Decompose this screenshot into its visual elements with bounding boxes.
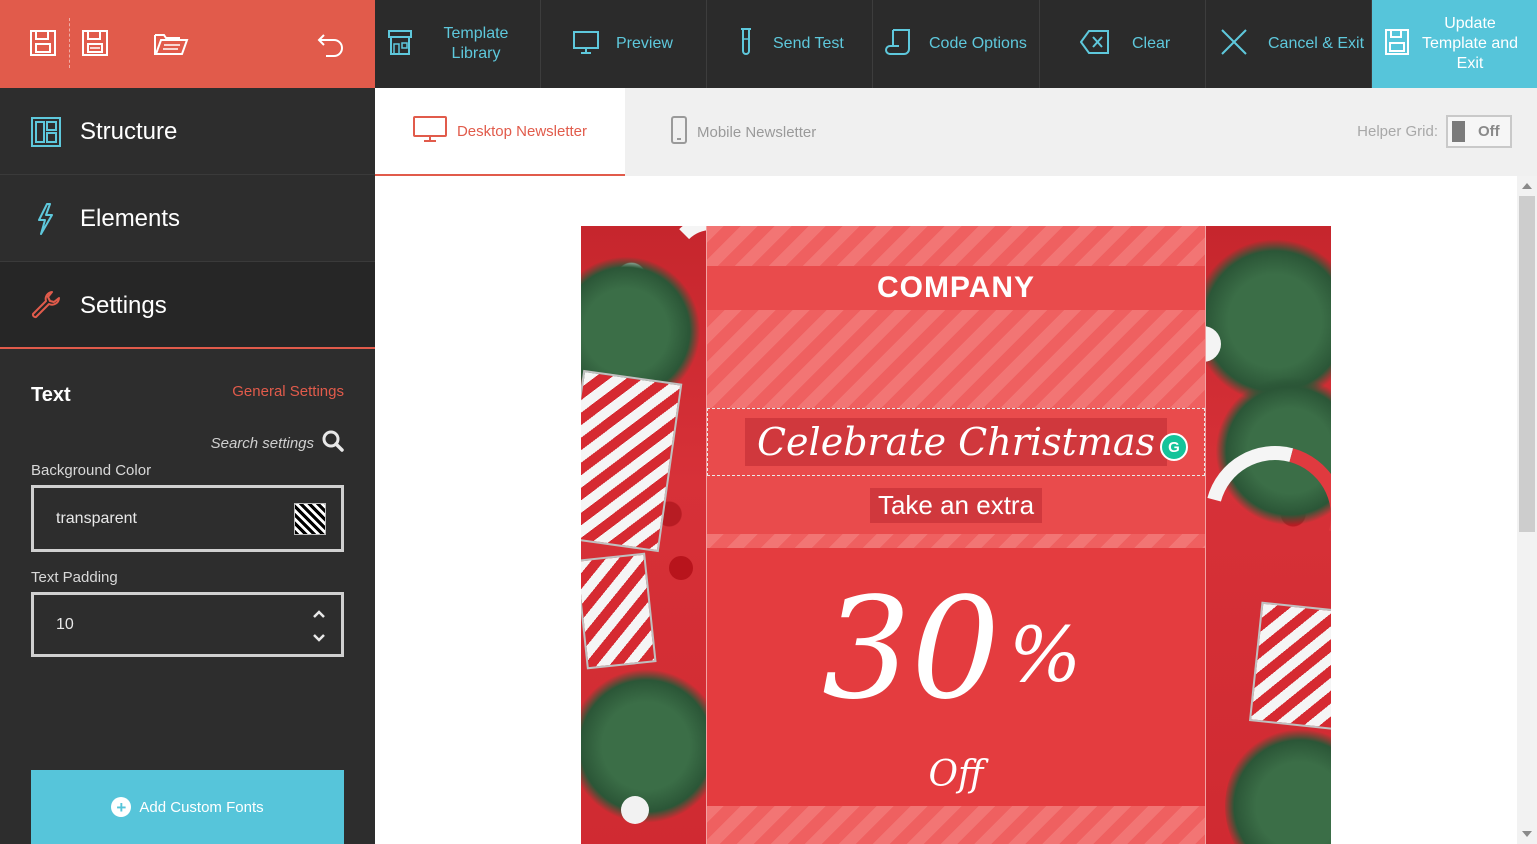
discount-off-text[interactable]: Off bbox=[707, 754, 1205, 795]
subhead-text[interactable]: Take an extra bbox=[869, 487, 1043, 523]
update-template-label: Update Template and Exit bbox=[1421, 15, 1519, 72]
close-icon bbox=[1220, 28, 1248, 61]
christmas-decor-right bbox=[1179, 226, 1331, 844]
sidebar-item-settings[interactable]: Settings bbox=[0, 262, 375, 349]
canvas-scrollbar[interactable] bbox=[1517, 176, 1537, 844]
scroll-up-icon[interactable] bbox=[1522, 183, 1532, 189]
monitor-icon bbox=[573, 29, 599, 60]
toggle-knob bbox=[1452, 121, 1465, 142]
stripe-band-top bbox=[707, 226, 1205, 408]
save-icon[interactable] bbox=[28, 27, 58, 59]
scrollbar-thumb[interactable] bbox=[1519, 196, 1535, 532]
color-swatch[interactable] bbox=[294, 503, 326, 535]
add-custom-fonts-label: Add Custom Fonts bbox=[139, 798, 264, 816]
add-custom-fonts-button[interactable]: + Add Custom Fonts bbox=[31, 770, 344, 844]
general-settings-link[interactable]: General Settings bbox=[232, 383, 344, 400]
template-library-label: Template Library bbox=[443, 25, 509, 62]
clear-button[interactable]: Clear bbox=[1040, 0, 1206, 88]
desktop-icon bbox=[412, 115, 447, 147]
stripe-band-middle bbox=[707, 534, 1205, 548]
open-folder-icon[interactable] bbox=[152, 27, 190, 59]
stripe-band-bottom bbox=[707, 806, 1205, 844]
send-test-button[interactable]: Send Test bbox=[707, 0, 873, 88]
text-padding-label: Text Padding bbox=[31, 569, 118, 586]
save-icon bbox=[1384, 28, 1410, 61]
lightning-icon bbox=[30, 203, 62, 235]
toggle-state: Off bbox=[1478, 123, 1500, 140]
undo-icon[interactable] bbox=[316, 27, 346, 59]
subhead-block[interactable]: Take an extra bbox=[707, 476, 1205, 534]
text-padding-value: 10 bbox=[56, 616, 74, 633]
sidebar: Structure Elements Settings Text General… bbox=[0, 88, 375, 844]
quick-toolbar bbox=[0, 0, 375, 88]
wrench-icon bbox=[30, 290, 62, 322]
sidebar-item-label: Elements bbox=[80, 205, 181, 232]
clear-icon bbox=[1079, 29, 1110, 60]
headline-text[interactable]: Celebrate Christmas bbox=[744, 418, 1168, 466]
scroll-icon bbox=[885, 27, 913, 62]
company-header[interactable]: COMPANY bbox=[707, 266, 1205, 310]
template-library-button[interactable]: Template Library bbox=[375, 0, 541, 88]
discount-number[interactable]: 30 bbox=[822, 568, 1000, 731]
newsletter-content: COMPANY Celebrate Christmas G Take an ex… bbox=[706, 226, 1206, 844]
toolbar-divider bbox=[69, 18, 70, 68]
panel-title: Text bbox=[31, 384, 71, 406]
email-editor: Structure Elements Settings Text General… bbox=[0, 0, 1537, 844]
helper-grid: Helper Grid: Off bbox=[1357, 115, 1512, 148]
view-tabs: Desktop Newsletter Mobile Newsletter Hel… bbox=[375, 88, 1537, 176]
tab-desktop-label: Desktop Newsletter bbox=[456, 122, 588, 140]
text-padding-stepper[interactable]: 10 bbox=[31, 592, 344, 657]
cancel-exit-label: Cancel & Exit bbox=[1268, 35, 1365, 52]
christmas-decor-left bbox=[581, 226, 756, 844]
grammarly-icon[interactable]: G bbox=[1160, 433, 1188, 461]
sidebar-item-label: Settings bbox=[80, 292, 167, 319]
sidebar-item-label: Structure bbox=[80, 118, 178, 145]
preview-label: Preview bbox=[616, 35, 673, 52]
update-template-button[interactable]: Update Template and Exit bbox=[1372, 0, 1537, 88]
clear-label: Clear bbox=[1132, 35, 1171, 52]
editor-canvas[interactable]: COMPANY Celebrate Christmas G Take an ex… bbox=[375, 176, 1517, 844]
cancel-exit-button[interactable]: Cancel & Exit bbox=[1206, 0, 1372, 88]
search-icon[interactable] bbox=[322, 430, 344, 457]
decrement-icon[interactable] bbox=[311, 631, 327, 645]
tab-desktop-newsletter[interactable]: Desktop Newsletter bbox=[375, 88, 625, 176]
background-color-value: transparent bbox=[56, 510, 137, 527]
background-color-label: Background Color bbox=[31, 462, 152, 479]
tab-mobile-newsletter[interactable]: Mobile Newsletter bbox=[671, 88, 816, 176]
code-options-button[interactable]: Code Options bbox=[873, 0, 1040, 88]
layout-icon bbox=[30, 116, 62, 148]
helper-grid-toggle[interactable]: Off bbox=[1446, 115, 1512, 148]
plus-icon: + bbox=[111, 797, 132, 817]
search-settings[interactable]: Search settings bbox=[211, 430, 344, 457]
helper-grid-label: Helper Grid: bbox=[1357, 123, 1438, 140]
save-as-icon[interactable] bbox=[80, 27, 110, 59]
tab-mobile-label: Mobile Newsletter bbox=[697, 123, 817, 141]
sidebar-item-structure[interactable]: Structure bbox=[0, 88, 375, 175]
test-tube-icon bbox=[737, 27, 755, 62]
store-icon bbox=[387, 27, 413, 62]
background-color-field[interactable]: transparent bbox=[31, 485, 344, 552]
sidebar-item-elements[interactable]: Elements bbox=[0, 175, 375, 262]
newsletter-preview: COMPANY Celebrate Christmas G Take an ex… bbox=[581, 226, 1331, 844]
main-toolbar: Template Library Preview Send Test Code … bbox=[375, 0, 1537, 88]
preview-button[interactable]: Preview bbox=[541, 0, 707, 88]
mobile-icon bbox=[671, 116, 687, 148]
search-settings-label: Search settings bbox=[210, 435, 314, 452]
discount-block[interactable]: 30 % Off bbox=[707, 548, 1205, 806]
code-options-label: Code Options bbox=[929, 35, 1027, 52]
send-test-label: Send Test bbox=[773, 35, 844, 52]
increment-icon[interactable] bbox=[311, 607, 327, 621]
scroll-down-icon[interactable] bbox=[1522, 831, 1532, 837]
selected-text-block[interactable]: Celebrate Christmas G bbox=[707, 408, 1205, 476]
discount-percent-symbol[interactable]: % bbox=[1009, 610, 1081, 699]
